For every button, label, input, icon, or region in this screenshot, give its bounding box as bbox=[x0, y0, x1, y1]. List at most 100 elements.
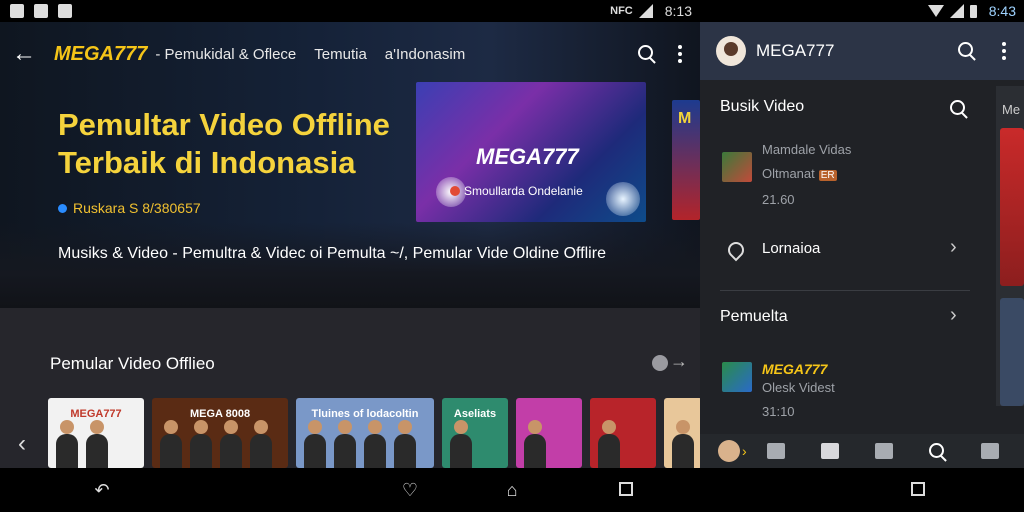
recents-icon[interactable] bbox=[616, 480, 636, 500]
person-figure bbox=[304, 434, 326, 468]
video-thumbnail[interactable] bbox=[722, 152, 752, 182]
status-bar-right: 8:43 bbox=[700, 0, 1024, 22]
avatar[interactable] bbox=[716, 36, 746, 66]
carousel-prev-button[interactable]: ‹ bbox=[10, 430, 34, 458]
folder-icon[interactable] bbox=[874, 443, 893, 459]
recents-icon[interactable] bbox=[908, 480, 928, 500]
hero-banner[interactable]: MEGA777 Smoullarda Ondelanie M ← MEGA777… bbox=[0, 22, 700, 308]
chevron-right-icon[interactable]: › bbox=[950, 304, 957, 327]
video-duration: 21.60 bbox=[762, 192, 795, 207]
person-head bbox=[454, 420, 468, 434]
stage-subtitle-text: Smoullarda Ondelanie bbox=[464, 184, 583, 198]
thumbnail-label: MEGA 8008 bbox=[189, 408, 251, 420]
section-heading[interactable]: Pemuelta bbox=[720, 308, 788, 326]
person-figure bbox=[450, 434, 472, 468]
signal-icon bbox=[638, 4, 653, 18]
section-title: Pemular Video Offlieo bbox=[50, 354, 215, 373]
signal-icon bbox=[949, 4, 964, 18]
status-time: 8:43 bbox=[988, 3, 1016, 19]
side-panel-bottom-bar: › bbox=[700, 434, 1024, 468]
video-subtitle: Oltmanat ER bbox=[762, 166, 837, 181]
side-rail-card[interactable] bbox=[1000, 128, 1024, 286]
video-thumbnail[interactable]: MEGA777 bbox=[48, 398, 144, 468]
chevron-right-icon[interactable]: › bbox=[742, 443, 747, 459]
person-figure bbox=[364, 434, 386, 468]
status-time: 8:13 bbox=[664, 3, 692, 19]
person-figure bbox=[250, 434, 272, 468]
download-icon bbox=[58, 4, 72, 18]
side-panel-brand: MEGA777 bbox=[756, 41, 835, 60]
search-icon[interactable] bbox=[950, 100, 965, 115]
person-head bbox=[528, 420, 542, 434]
more-vert-icon[interactable] bbox=[678, 45, 682, 63]
avatar[interactable] bbox=[718, 440, 740, 462]
person-figure bbox=[190, 434, 212, 468]
video-thumbnail[interactable]: Tluines of lodacoltin bbox=[296, 398, 434, 468]
back-nav-icon[interactable]: ↶ bbox=[92, 480, 112, 500]
section-more-toggle[interactable]: → bbox=[652, 351, 688, 371]
chevron-right-icon[interactable]: › bbox=[950, 236, 957, 259]
chat-icon[interactable] bbox=[980, 443, 999, 459]
section-heading: Busik Video bbox=[720, 98, 805, 115]
side-panel-list: Busik Video Mamdale Vidas Oltmanat ER 21.… bbox=[700, 80, 990, 440]
video-thumbnail[interactable] bbox=[516, 398, 582, 468]
more-vert-icon[interactable] bbox=[1002, 42, 1006, 60]
person-figure bbox=[598, 434, 620, 468]
nfc-icon: NFC bbox=[610, 5, 633, 17]
person-head bbox=[602, 420, 616, 434]
person-figure bbox=[86, 434, 108, 468]
notification-icon bbox=[10, 4, 24, 18]
person-figure bbox=[524, 434, 546, 468]
hero-stage-image[interactable]: MEGA777 Smoullarda Ondelanie bbox=[416, 82, 646, 222]
hero-next-card[interactable]: M bbox=[672, 100, 700, 220]
video-thumbnail[interactable] bbox=[722, 362, 752, 392]
video-thumbnail[interactable]: Aseliats bbox=[442, 398, 508, 468]
status-bar-left: NFC 8:13 bbox=[0, 0, 700, 22]
main-panel: MEGA777 Smoullarda Ondelanie M ← MEGA777… bbox=[0, 22, 700, 468]
video-thumbnail[interactable]: MEGA 8008 bbox=[152, 398, 288, 468]
stage-light bbox=[606, 182, 640, 216]
hero-next-card-label: M bbox=[678, 110, 692, 127]
side-rail-label: Me bbox=[1002, 102, 1021, 117]
playlist-icon[interactable] bbox=[820, 443, 839, 459]
person-figure bbox=[220, 434, 242, 468]
video-title[interactable]: MEGA777 bbox=[762, 361, 827, 377]
back-button[interactable]: ← bbox=[0, 32, 48, 76]
home-icon[interactable]: ⌂ bbox=[502, 480, 522, 500]
video-carousel: MEGA777 MEGA 8008 Tluines of lodacoltin Ase… bbox=[48, 398, 700, 468]
app-subtitle: - Pemukidal & Oflece bbox=[155, 45, 297, 63]
location-item[interactable]: Lornaioa bbox=[762, 240, 820, 257]
nav-link-indonesia[interactable]: a'Indonasim bbox=[385, 46, 465, 63]
person-head bbox=[224, 420, 238, 434]
video-thumbnail[interactable] bbox=[590, 398, 656, 468]
person-head bbox=[308, 420, 322, 434]
person-head bbox=[398, 420, 412, 434]
record-icon bbox=[450, 186, 460, 196]
thumbnail-label: Aseliats bbox=[453, 408, 497, 420]
nav-link-temutia[interactable]: Temutia bbox=[314, 46, 367, 63]
person-figure bbox=[334, 434, 356, 468]
person-figure bbox=[160, 434, 182, 468]
search-icon[interactable] bbox=[638, 45, 656, 63]
side-rail-card[interactable] bbox=[1000, 298, 1024, 406]
person-figure bbox=[56, 434, 78, 468]
divider bbox=[720, 290, 970, 291]
video-badge: ER bbox=[818, 170, 837, 181]
hero-description: Musiks & Video - Pemultra & Videc oi Pem… bbox=[58, 245, 606, 262]
arrow-left-icon: ← bbox=[12, 40, 36, 67]
rewind-icon[interactable] bbox=[766, 443, 785, 459]
heart-icon[interactable]: ♡ bbox=[400, 480, 420, 500]
thumbnail-label: Tluines of lodacoltin bbox=[311, 408, 419, 420]
side-panel: MEGA777 Busik Video Mamdale Vidas Oltman… bbox=[700, 22, 1024, 468]
video-thumbnail[interactable] bbox=[664, 398, 700, 468]
video-title[interactable]: Mamdale Vidas bbox=[762, 142, 851, 157]
wifi-icon bbox=[927, 5, 944, 17]
search-icon[interactable] bbox=[958, 42, 976, 60]
location-icon bbox=[724, 238, 748, 262]
side-panel-header: MEGA777 bbox=[700, 22, 1024, 80]
search-icon[interactable] bbox=[928, 443, 945, 459]
person-head bbox=[194, 420, 208, 434]
person-figure bbox=[672, 434, 694, 468]
arrow-right-icon: → bbox=[670, 351, 688, 371]
person-head bbox=[164, 420, 178, 434]
